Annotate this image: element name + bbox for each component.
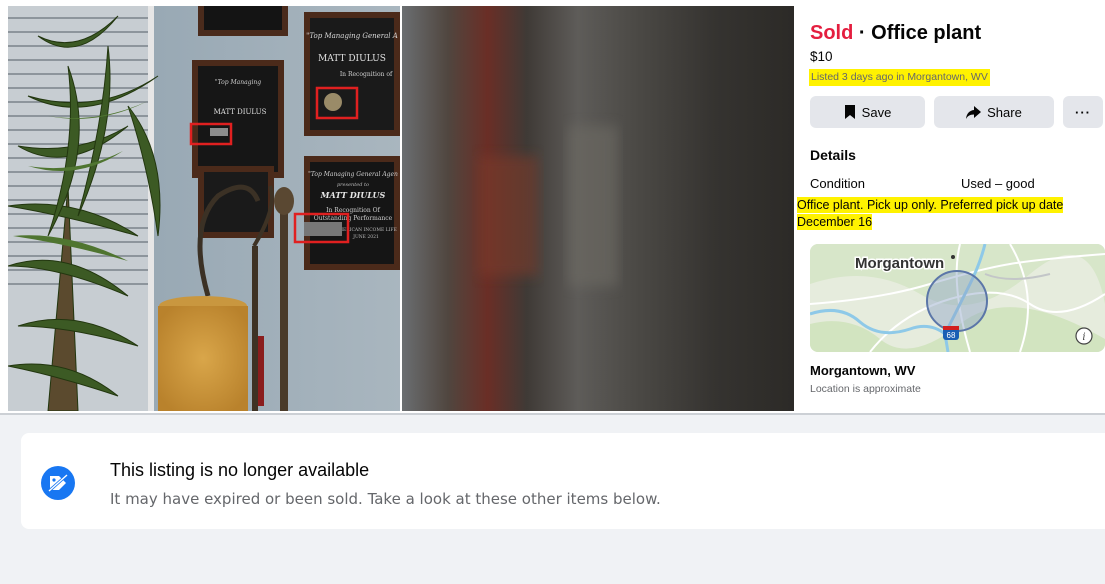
share-button[interactable]: Share [934,96,1054,128]
svg-text:JUNE 2021: JUNE 2021 [352,234,379,240]
listing-title-text: Office plant [871,22,982,44]
save-label: Save [861,104,892,120]
save-button[interactable]: Save [810,96,925,128]
svg-text:MATT DIULUS: MATT DIULUS [214,108,267,116]
svg-text:"Top Managing General Agen: "Top Managing General Agen [308,171,398,178]
more-icon: ··· [1075,104,1091,120]
sold-status: Sold [810,22,854,44]
svg-text:presented to: presented to [337,182,369,188]
map-city-label: Morgantown [855,255,944,272]
unavailable-notice-card: This listing is no longer available It m… [21,433,1105,529]
location-name: Morgantown, WV [810,363,916,378]
condition-value: Used – good [961,176,1035,191]
description-text: Office plant. Pick up only. Preferred pi… [797,197,1064,230]
svg-text:AMERICAN INCOME LIFE: AMERICAN INCOME LIFE [334,227,397,233]
plaque-middle-left: "Top Managing MATT DIULUS [192,60,284,178]
share-label: Share [987,104,1022,120]
condition-label: Condition [810,176,865,191]
svg-text:68: 68 [947,331,956,340]
marketplace-page-body: This listing is no longer available It m… [0,415,1105,584]
location-map[interactable]: 68 Morgantown i [810,244,1105,352]
notice-subtitle: It may have expired or been sold. Take a… [110,490,661,508]
info-icon: i [1075,327,1093,345]
svg-text:"Top Managing General A: "Top Managing General A [306,32,398,40]
more-options-button[interactable]: ··· [1063,96,1103,128]
listing-screenshot: "Top Managing General A MATT DIULUS In R… [0,0,1105,414]
office-plant-photo: "Top Managing General A MATT DIULUS In R… [8,6,794,411]
svg-text:MATT DIULUS: MATT DIULUS [320,190,386,200]
unavailable-tag-icon [41,466,75,500]
listing-photo[interactable]: "Top Managing General A MATT DIULUS In R… [8,6,794,411]
share-icon [966,105,982,119]
svg-text:MATT DIULUS: MATT DIULUS [318,54,386,64]
svg-text:"Top Managing: "Top Managing [215,79,261,86]
listing-price: $10 [810,49,833,64]
svg-text:Outstanding Performance: Outstanding Performance [314,215,393,222]
listing-title: Sold · Office plant [810,22,981,45]
svg-text:i: i [1082,332,1085,343]
title-separator: · [858,22,866,44]
listed-time-location: Listed 3 days ago in Morgantown, WV [809,69,990,86]
highway-68-shield: 68 [943,326,959,340]
svg-text:In Recognition of: In Recognition of [340,71,393,78]
plaque-top-left [198,6,288,36]
listing-details-panel: Sold · Office plant $10 Listed 3 days ag… [796,6,1105,411]
map-graphic: 68 Morgantown i [810,244,1105,352]
details-heading: Details [810,147,856,163]
notice-title: This listing is no longer available [110,460,370,480]
location-approximate-note: Location is approximate [810,383,921,395]
bookmark-icon [844,105,855,119]
listing-description: Office plant. Pick up only. Preferred pi… [797,197,1104,231]
